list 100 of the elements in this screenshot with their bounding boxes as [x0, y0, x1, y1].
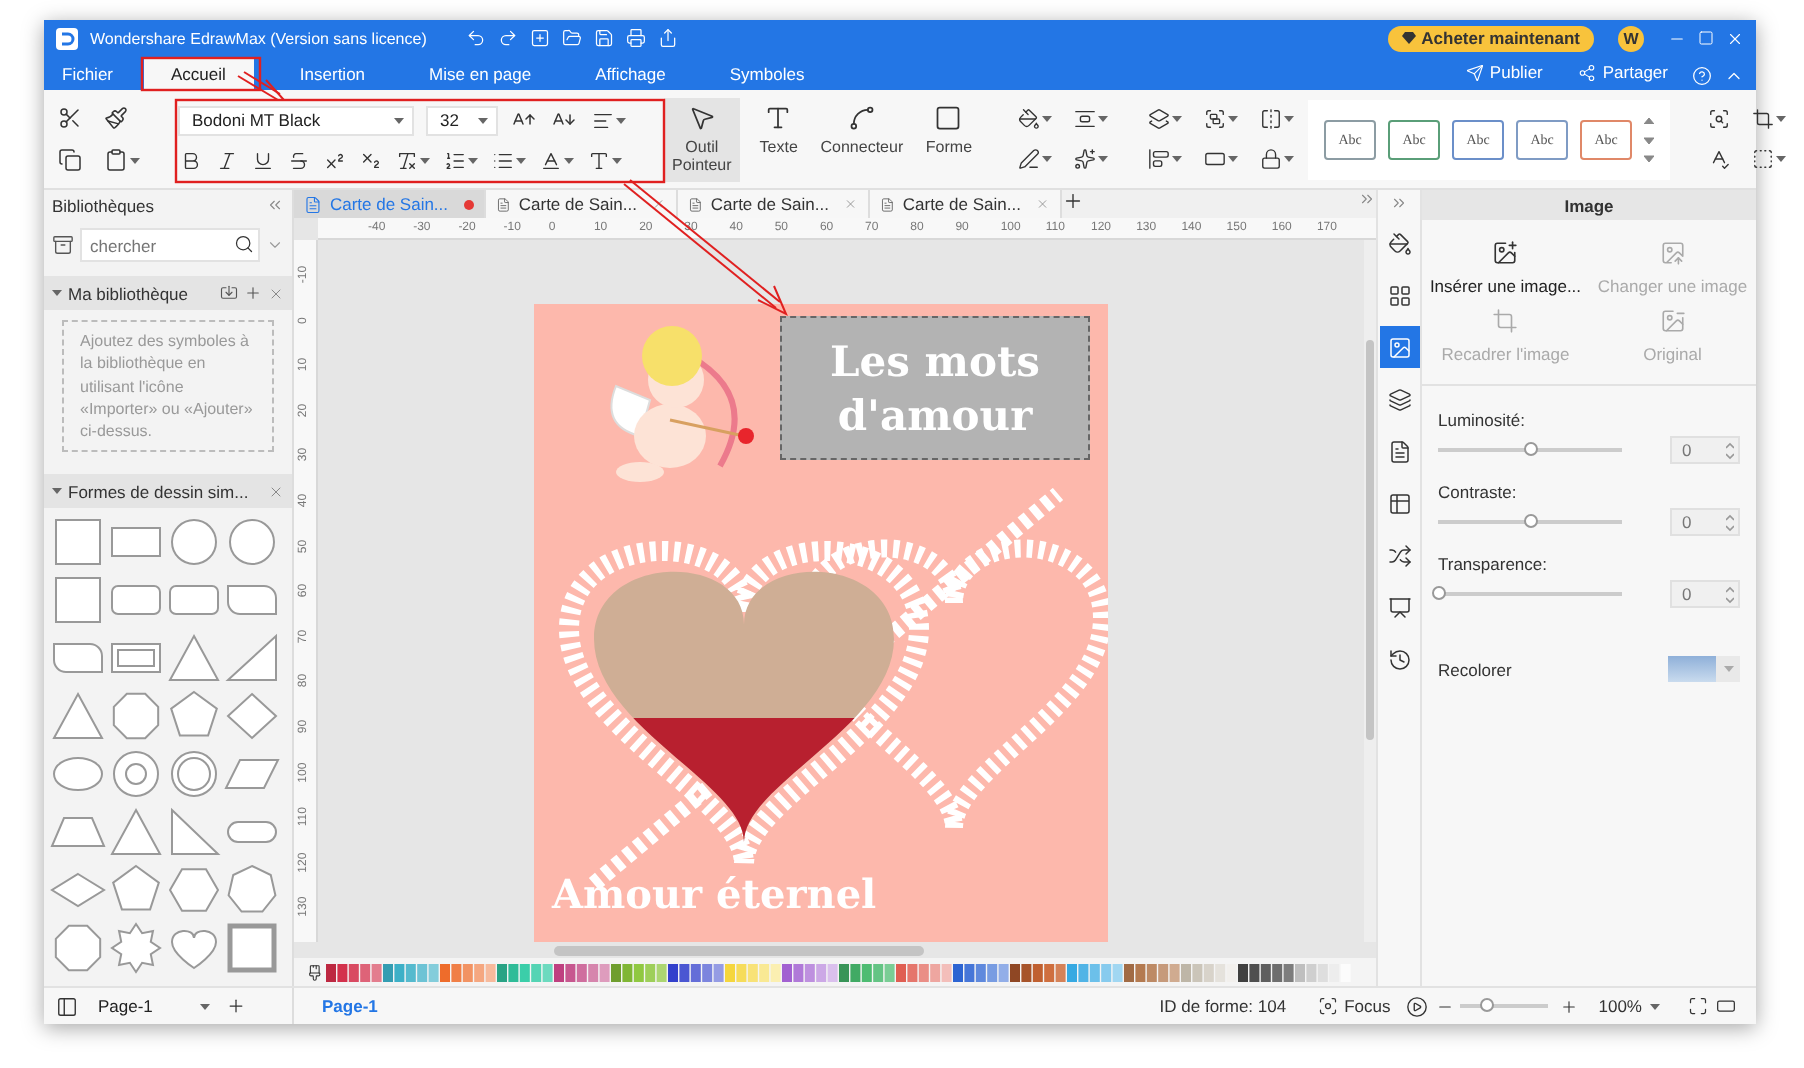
underline-button[interactable] — [250, 147, 276, 173]
tool-button[interactable]: Forme — [917, 97, 981, 181]
shape-thumbnail[interactable] — [166, 864, 222, 917]
group-button[interactable] — [1202, 106, 1241, 132]
redo-icon[interactable] — [498, 28, 519, 48]
copy-button[interactable] — [56, 146, 84, 174]
recolor-select[interactable] — [1668, 656, 1740, 682]
image-action-button[interactable]: Insérer une image... — [1422, 240, 1589, 296]
zoom-thumb[interactable] — [1480, 998, 1495, 1012]
flip-button[interactable] — [1258, 106, 1297, 132]
shape-thumbnail[interactable] — [224, 690, 280, 743]
focus-label[interactable]: Focus — [1344, 996, 1391, 1016]
menu-tab[interactable]: Affichage — [577, 58, 684, 90]
crop-button[interactable] — [1750, 106, 1789, 132]
add-page-icon[interactable] — [226, 996, 246, 1016]
shape-thumbnail[interactable] — [108, 748, 164, 801]
page-view-icon[interactable] — [56, 995, 78, 1017]
export-icon[interactable] — [658, 28, 679, 48]
page-tab[interactable]: Page-1 — [310, 994, 390, 1018]
new-icon[interactable] — [530, 28, 551, 48]
font-color-button[interactable] — [586, 147, 624, 173]
zoom-level[interactable]: 100% — [1598, 996, 1642, 1016]
shape-thumbnail[interactable] — [224, 864, 280, 917]
search-icon[interactable] — [234, 234, 254, 254]
highlight-button[interactable] — [538, 147, 576, 173]
document-tab[interactable]: Carte de Sain... — [486, 190, 678, 218]
section-header[interactable]: Formes de dessin sim... — [44, 474, 292, 509]
share-button[interactable]: Partager — [1566, 58, 1680, 86]
shape-thumbnail[interactable] — [166, 632, 222, 685]
lock-button[interactable] — [1258, 146, 1297, 172]
tool-button[interactable]: Outil Pointeur — [664, 97, 740, 181]
line-style-button[interactable] — [1072, 106, 1111, 132]
user-avatar[interactable]: W — [1618, 25, 1644, 51]
import-icon[interactable] — [220, 284, 238, 302]
menu-tab[interactable]: Accueil — [143, 58, 254, 90]
search-field[interactable]: chercher — [80, 228, 260, 262]
font-select[interactable]: Bodoni MT Black — [178, 105, 414, 135]
shape-thumbnail[interactable] — [166, 748, 222, 801]
shape-thumbnail[interactable] — [166, 516, 222, 569]
expand-icon[interactable] — [1390, 194, 1408, 212]
shape-thumbnail[interactable] — [224, 516, 280, 569]
library-icon[interactable] — [52, 234, 74, 256]
close-icon[interactable] — [268, 285, 284, 301]
document-tab[interactable]: Carte de Sain... — [870, 190, 1062, 218]
shape-thumbnail[interactable] — [224, 632, 280, 685]
number-field[interactable]: 0 — [1670, 436, 1740, 464]
menu-tab[interactable]: Mise en page — [411, 58, 550, 90]
paste-button[interactable] — [102, 146, 142, 174]
scroll-icon[interactable] — [266, 236, 284, 254]
font-size-select[interactable]: 32 — [426, 105, 498, 135]
shape-thumbnail[interactable] — [166, 806, 222, 859]
expand-icon[interactable] — [1358, 190, 1376, 208]
page-select[interactable]: Page-1 — [86, 991, 218, 1021]
menu-tab[interactable]: Fichier — [44, 58, 132, 90]
line-color-button[interactable] — [1016, 146, 1055, 172]
scrollbar-thumb[interactable] — [554, 945, 924, 955]
italic-button[interactable] — [214, 147, 240, 173]
print-icon[interactable] — [626, 28, 647, 48]
shape-thumbnail[interactable] — [50, 516, 106, 569]
fill-icon[interactable] — [306, 963, 324, 981]
tool-button[interactable]: Connecteur — [817, 97, 906, 181]
menu-tab[interactable]: Insertion — [281, 58, 384, 90]
clear-format-button[interactable] — [394, 147, 432, 173]
slider-thumb[interactable] — [1524, 514, 1538, 528]
section-header[interactable]: Ma bibliothèque — [44, 276, 292, 310]
shape-thumbnail[interactable] — [50, 690, 106, 743]
shape-thumbnail[interactable] — [108, 806, 164, 859]
tools-button[interactable] — [1750, 146, 1789, 172]
new-tab-icon[interactable] — [1062, 190, 1084, 212]
slider-thumb[interactable] — [1524, 442, 1538, 456]
close-icon[interactable] — [268, 483, 284, 500]
shape-thumbnail[interactable] — [224, 922, 280, 975]
scroll-arrows-icon[interactable] — [1644, 115, 1655, 163]
maximize-icon[interactable] — [1698, 30, 1714, 46]
bring-front-button[interactable] — [1146, 106, 1185, 132]
menu-tab[interactable]: Symboles — [711, 58, 823, 90]
cut-button[interactable] — [56, 104, 84, 132]
slider-thumb[interactable] — [1432, 586, 1446, 600]
align-shapes-button[interactable] — [1146, 146, 1185, 172]
find-button[interactable] — [1706, 106, 1733, 132]
strikethrough-button[interactable] — [286, 147, 312, 173]
save-icon[interactable] — [594, 28, 615, 48]
zoom-in-icon[interactable] — [1560, 997, 1579, 1015]
focus-icon[interactable] — [1318, 996, 1339, 1016]
fill-button[interactable] — [1016, 106, 1055, 132]
undo-icon[interactable] — [466, 28, 487, 48]
line-spacing-button[interactable] — [442, 147, 480, 173]
publish-button[interactable]: Publier — [1453, 58, 1555, 86]
fit-page-icon[interactable] — [1716, 996, 1736, 1016]
shape-thumbnail[interactable] — [50, 922, 106, 975]
document-tab[interactable]: Carte de Sain... — [678, 190, 870, 218]
number-field[interactable]: 0 — [1670, 580, 1740, 608]
tool-button[interactable]: Texte — [751, 97, 806, 181]
number-field[interactable]: 0 — [1670, 508, 1740, 536]
collapse-icon[interactable] — [266, 196, 284, 214]
fullscreen-icon[interactable] — [1688, 996, 1708, 1016]
play-icon[interactable] — [1406, 995, 1429, 1017]
shape-thumbnail[interactable] — [50, 574, 106, 627]
effects-button[interactable] — [1072, 146, 1111, 172]
folder-icon[interactable] — [562, 28, 583, 48]
